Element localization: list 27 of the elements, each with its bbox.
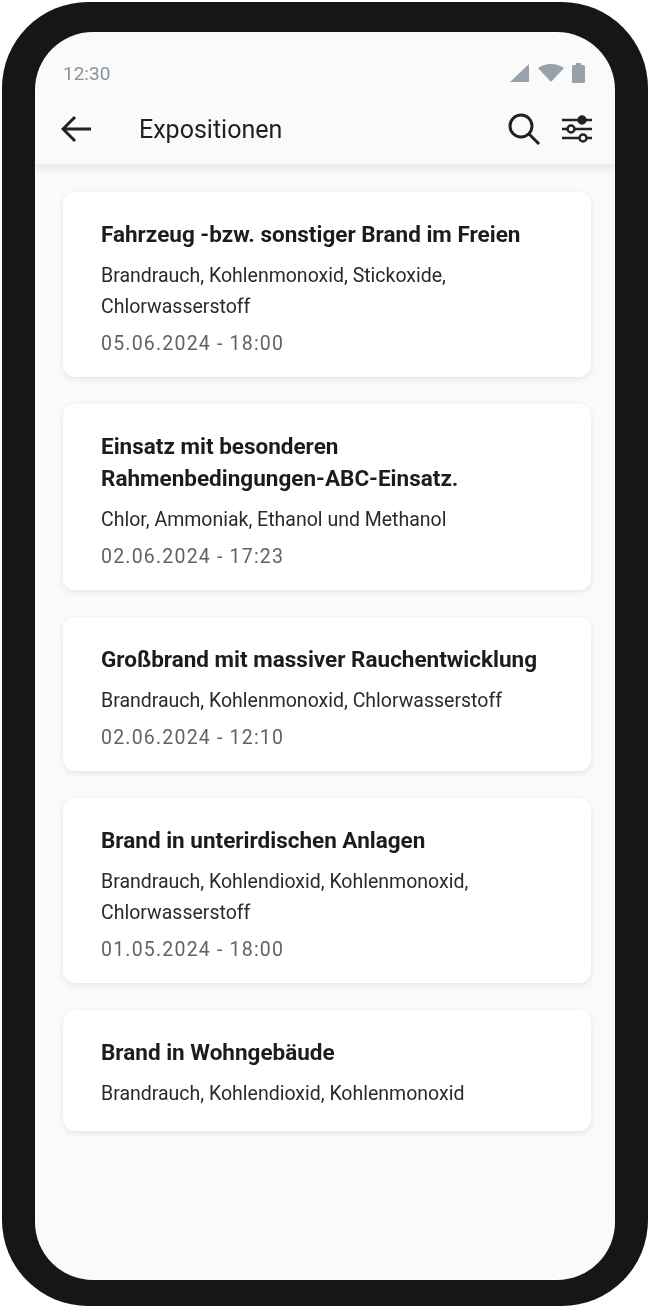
exposure-card[interactable]: Fahrzeug -bzw. sonstiger Brand im Freien Brandrauch, Kohlenmonoxid, Stickoxide, Chlorwasserstoff 05.06.2024 - 18:00 <box>63 192 591 377</box>
card-title: Brand in Wohngebäude <box>101 1038 336 1067</box>
card-title: Großbrand mit massiver Rauchentwicklung <box>101 645 539 674</box>
date-time: 02.06.2024 - 12:10 <box>101 726 286 749</box>
substance-list: Brandrauch, Kohlenmonoxid, Chlorwasserstoff <box>101 685 561 716</box>
exposure-card[interactable]: Großbrand mit massiver Rauchentwicklung Brandrauch, Kohlenmonoxid, Chlorwasserstoff 02.06.2024 - 12:10 <box>63 617 591 771</box>
exposure-card[interactable]: Einsatz mit besonderen Rahmenbedingungen-ABC-Einsatz. Chlor, Ammoniak, Ethanol und Methanol 02.06.2024 - 17:23 <box>63 404 591 590</box>
exposure-card[interactable]: Brand in unterirdischen Anlagen Brandrauch, Kohlendioxid, Kohlenmonoxid, Chlorwasserstoff 01.05.2024 - 18:00 <box>63 798 591 983</box>
battery-icon <box>572 63 585 83</box>
substance-list: Brandrauch, Kohlendioxid, Kohlenmonoxid <box>101 1078 561 1109</box>
substance-list: Chlor, Ammoniak, Ethanol und Methanol <box>101 504 561 535</box>
back-arrow-icon[interactable] <box>61 115 93 143</box>
card-title: Einsatz mit besonderen Rahmenbedingungen-ABC-Einsatz. <box>101 432 460 493</box>
date-time: 05.06.2024 - 18:00 <box>101 332 286 355</box>
date-time: 01.05.2024 - 18:00 <box>101 938 286 961</box>
card-title: Brand in unterirdischen Anlagen <box>101 826 427 855</box>
signal-icon <box>510 64 530 82</box>
filter-sliders-icon[interactable] <box>561 114 593 144</box>
screen-title: Expositionen <box>139 114 284 144</box>
search-icon[interactable] <box>507 112 541 146</box>
exposure-card[interactable]: Brand in Wohngebäude Brandrauch, Kohlendioxid, Kohlenmonoxid <box>63 1010 591 1131</box>
substance-list: Brandrauch, Kohlenmonoxid, Stickoxide, Chlorwasserstoff <box>101 260 561 322</box>
date-time: 02.06.2024 - 17:23 <box>101 545 286 568</box>
substance-list: Brandrauch, Kohlendioxid, Kohlenmonoxid, Chlorwasserstoff <box>101 866 561 928</box>
card-title: Fahrzeug -bzw. sonstiger Brand im Freien <box>101 220 522 249</box>
status-time: 12:30 <box>63 61 111 85</box>
wifi-icon <box>538 64 564 82</box>
